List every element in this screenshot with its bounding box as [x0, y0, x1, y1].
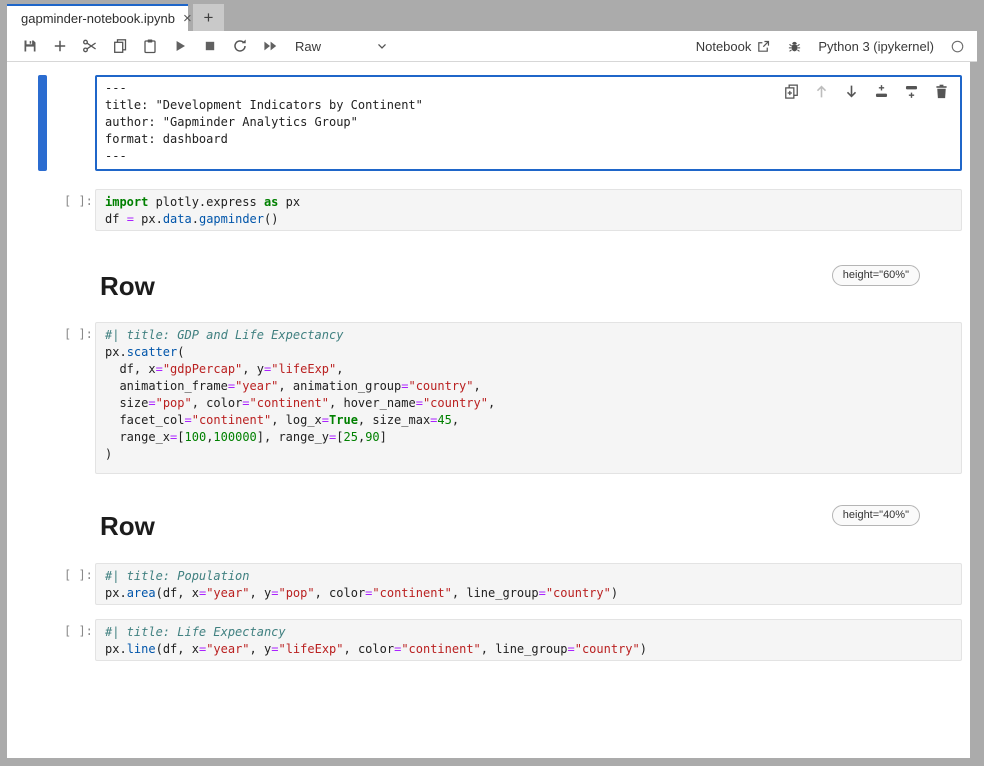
- plus-icon: [52, 38, 68, 54]
- insert-above-icon: [873, 83, 890, 100]
- cell-input-prompt: [ ]:: [64, 327, 93, 341]
- clipboard-icon: [142, 38, 158, 54]
- cut-cells-button[interactable]: [75, 33, 105, 59]
- markdown-heading: Row: [100, 511, 155, 542]
- toolbar-right: Notebook Python 3 (ipykernel): [696, 39, 977, 54]
- jupyterlab-window: gapminder-notebook.ipynb × +: [0, 0, 984, 766]
- code-line: ---: [105, 148, 960, 165]
- cell-toolbar: [782, 82, 950, 100]
- new-tab-button[interactable]: +: [193, 4, 224, 31]
- code-line: px.area(df, x="year", y="pop", color="co…: [105, 585, 961, 602]
- refresh-icon: [232, 38, 248, 54]
- cell-input-prompt: [ ]:: [64, 568, 93, 582]
- code-line: #| title: Population: [105, 568, 961, 585]
- insert-below-icon: [903, 83, 920, 100]
- stop-icon: [202, 38, 218, 54]
- interrupt-kernel-button[interactable]: [195, 33, 225, 59]
- code-line: ): [105, 446, 961, 463]
- run-cell-button[interactable]: [165, 33, 195, 59]
- raw-cell-editor[interactable]: ---title: "Development Indicators by Con…: [95, 75, 962, 171]
- code-line: df, x="gdpPercap", y="lifeExp",: [105, 361, 961, 378]
- code-cell-editor[interactable]: #| title: Life Expectancypx.line(df, x="…: [95, 619, 962, 661]
- tab-close-icon[interactable]: ×: [183, 11, 192, 26]
- duplicate-icon: [783, 83, 800, 100]
- markdown-heading: Row: [100, 271, 155, 302]
- active-cell-collapser[interactable]: [38, 75, 47, 171]
- code-line: author: "Gapminder Analytics Group": [105, 114, 960, 131]
- chevron-down-icon: [375, 39, 389, 53]
- bug-icon: [787, 39, 802, 54]
- save-button[interactable]: [15, 33, 45, 59]
- restart-run-all-button[interactable]: [255, 33, 285, 59]
- cell-input-prompt: [ ]:: [64, 194, 93, 208]
- notebook-toolbar: Raw Notebook Python 3 (ipykernel): [7, 31, 977, 62]
- code-line: format: dashboard: [105, 131, 960, 148]
- tab-notebook[interactable]: gapminder-notebook.ipynb ×: [7, 4, 188, 31]
- delete-cell-button[interactable]: [932, 82, 950, 100]
- open-notebook-button[interactable]: Notebook: [696, 39, 772, 54]
- code-line: size="pop", color="continent", hover_nam…: [105, 395, 961, 412]
- code-line: #| title: GDP and Life Expectancy: [105, 327, 961, 344]
- insert-cell-below-button[interactable]: [902, 82, 920, 100]
- save-icon: [22, 38, 38, 54]
- code-line: #| title: Life Expectancy: [105, 624, 961, 641]
- arrow-down-icon: [843, 83, 860, 100]
- notebook-scrollbar[interactable]: [970, 62, 977, 758]
- code-line: range_x=[100,100000], range_y=[25,90]: [105, 429, 961, 446]
- fast-forward-icon: [262, 38, 278, 54]
- code-cell-editor[interactable]: #| title: Populationpx.area(df, x="year"…: [95, 563, 962, 605]
- cell-height-badge: height="40%": [832, 505, 920, 526]
- tab-title: gapminder-notebook.ipynb: [21, 11, 175, 26]
- trash-icon: [933, 83, 950, 100]
- paste-cells-button[interactable]: [135, 33, 165, 59]
- notebook-label: Notebook: [696, 39, 752, 54]
- code-line: facet_col="continent", log_x=True, size_…: [105, 412, 961, 429]
- code-line: import plotly.express as px: [105, 194, 961, 211]
- code-line: px.line(df, x="year", y="lifeExp", color…: [105, 641, 961, 658]
- cell-height-badge: height="60%": [832, 265, 920, 286]
- scissors-icon: [82, 38, 98, 54]
- code-line: animation_frame="year", animation_group=…: [105, 378, 961, 395]
- code-cell-editor[interactable]: #| title: GDP and Life Expectancypx.scat…: [95, 322, 962, 474]
- cell-type-dropdown[interactable]: Raw: [295, 39, 389, 54]
- copy-icon: [112, 38, 128, 54]
- tab-bar: gapminder-notebook.ipynb × +: [7, 4, 977, 31]
- code-cell-editor[interactable]: import plotly.express as pxdf = px.data.…: [95, 189, 962, 231]
- cell-input-prompt: [ ]:: [64, 624, 93, 638]
- markdown-cell[interactable]: Row height="40%": [95, 505, 962, 551]
- cell-type-value: Raw: [295, 39, 321, 54]
- insert-cell-above-button[interactable]: [872, 82, 890, 100]
- code-line: px.scatter(: [105, 344, 961, 361]
- open-in-new-tab-icon: [756, 39, 771, 54]
- code-line: df = px.data.gapminder(): [105, 211, 961, 228]
- debugger-toggle-button[interactable]: [787, 39, 802, 54]
- insert-cell-button[interactable]: [45, 33, 75, 59]
- move-cell-down-button[interactable]: [842, 82, 860, 100]
- duplicate-cell-button[interactable]: [782, 82, 800, 100]
- arrow-up-icon: [813, 83, 830, 100]
- kernel-name: Python 3 (ipykernel): [818, 39, 934, 54]
- move-cell-up-button[interactable]: [812, 82, 830, 100]
- restart-kernel-button[interactable]: [225, 33, 255, 59]
- play-icon: [172, 38, 188, 54]
- markdown-cell[interactable]: Row height="60%": [95, 265, 962, 311]
- kernel-name-button[interactable]: Python 3 (ipykernel): [818, 39, 934, 54]
- notebook-scroll-area[interactable]: ---title: "Development Indicators by Con…: [7, 62, 977, 758]
- kernel-idle-circle-icon: [950, 39, 965, 54]
- copy-cells-button[interactable]: [105, 33, 135, 59]
